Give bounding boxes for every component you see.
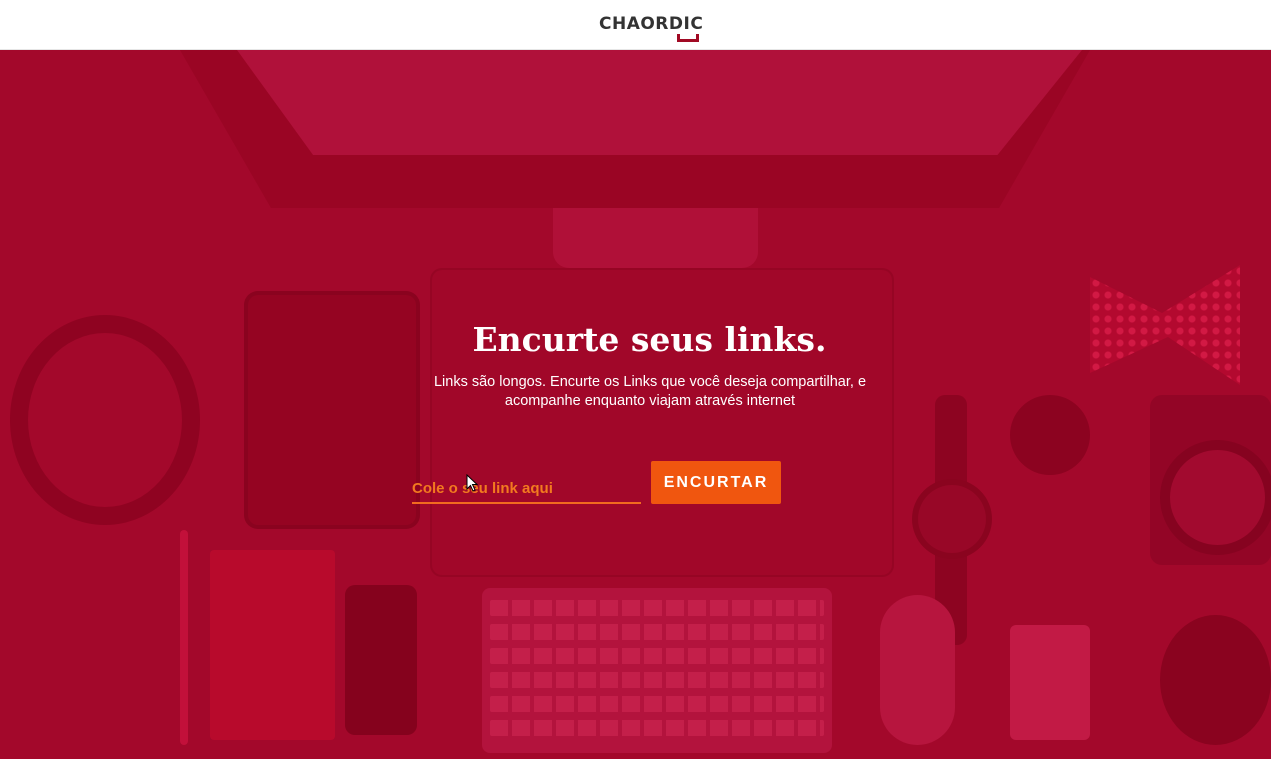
mouse-decoration (880, 595, 955, 745)
mouse-pointer-icon (466, 474, 478, 492)
laptop-decoration (432, 270, 892, 575)
keyboard-decoration (482, 588, 832, 753)
notebook-decoration (210, 550, 335, 740)
chaordic-logo[interactable]: CHAORDIC (599, 13, 704, 43)
shorten-button[interactable]: ENCURTAR (651, 461, 781, 504)
top-bar: CHAORDIC (0, 0, 1271, 50)
link-url-input[interactable] (412, 470, 641, 504)
cup-decoration (1010, 395, 1090, 475)
camera-lens-decoration (1170, 450, 1265, 545)
hero-section: Encurte seus links. Links são longos. En… (0, 50, 1271, 759)
watch-decoration (918, 485, 986, 553)
lens-decoration (1160, 615, 1271, 745)
logo-bracket-icon (677, 34, 699, 42)
logo-text: CHAORDIC (599, 14, 704, 34)
hero-title: Encurte seus links. (472, 320, 827, 359)
monitor-screen-decoration (237, 50, 1082, 155)
monitor-stand-decoration (553, 208, 758, 268)
playing-cards-decoration (1010, 625, 1090, 740)
hero-subtitle: Links são longos. Encurte os Links que v… (433, 374, 867, 409)
pencil-decoration (180, 530, 188, 745)
phone-decoration (345, 585, 417, 735)
